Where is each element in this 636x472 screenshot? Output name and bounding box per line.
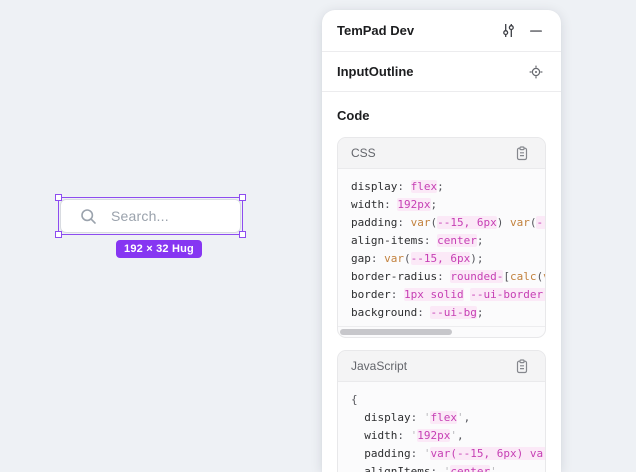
code-section: Code CSS display: flex;width: 192px;padd…: [322, 92, 561, 472]
javascript-block-header: JavaScript: [338, 351, 545, 382]
css-block-label: CSS: [351, 146, 376, 160]
css-block-header: CSS: [338, 138, 545, 169]
javascript-code-block: JavaScript { display: 'flex', width: '19…: [337, 350, 546, 472]
selection-handle-top-left[interactable]: [55, 194, 62, 201]
copy-clipboard-icon[interactable]: [512, 356, 532, 376]
selection-size-badge: 192 × 32 Hug: [116, 240, 202, 258]
locate-target-icon[interactable]: [526, 62, 546, 82]
code-line: width: '192px',: [351, 427, 545, 445]
code-line: background: --ui-bg;: [351, 304, 545, 322]
plugin-header: TemPad Dev: [322, 10, 561, 51]
selection-handle-top-right[interactable]: [239, 194, 246, 201]
code-line: alignItems: 'center',: [351, 463, 545, 472]
javascript-block-label: JavaScript: [351, 359, 407, 373]
css-code[interactable]: display: flex;width: 192px;padding: var(…: [338, 169, 545, 326]
minimize-icon[interactable]: [526, 21, 546, 41]
selection-handle-bottom-left[interactable]: [55, 231, 62, 238]
copy-clipboard-icon[interactable]: [512, 143, 532, 163]
plugin-title: TemPad Dev: [337, 23, 414, 38]
selected-component-row: InputOutline: [322, 52, 561, 91]
code-line: border-radius: rounded-[calc(var(--radiu…: [351, 268, 545, 286]
code-line: padding: 'var(--15, 6px) var(--15, 6px)'…: [351, 445, 545, 463]
code-line: display: 'flex',: [351, 409, 545, 427]
code-line: border: 1px solid --ui-border-accent;: [351, 286, 545, 304]
css-block-footer: [338, 326, 545, 337]
code-line: {: [351, 391, 545, 409]
code-line: width: 192px;: [351, 196, 545, 214]
selection-handle-bottom-right[interactable]: [239, 231, 246, 238]
preferences-sliders-icon[interactable]: [498, 21, 518, 41]
horizontal-scrollbar-thumb[interactable]: [340, 329, 452, 335]
search-icon: [80, 208, 97, 225]
code-section-title: Code: [337, 108, 546, 123]
code-line: align-items: center;: [351, 232, 545, 250]
code-line: display: flex;: [351, 178, 545, 196]
tempad-dev-plugin-panel: TemPad Dev InputOutline: [322, 10, 561, 472]
search-placeholder-text: Search...: [111, 208, 169, 224]
code-line: gap: var(--15, 6px);: [351, 250, 545, 268]
javascript-code[interactable]: { display: 'flex', width: '192px', paddi…: [338, 382, 545, 472]
code-line: padding: var(--15, 6px) var(--15, 6px);: [351, 214, 545, 232]
search-input-component[interactable]: Search...: [60, 199, 241, 233]
component-name: InputOutline: [337, 64, 414, 79]
css-code-block: CSS display: flex;width: 192px;padding: …: [337, 137, 546, 338]
